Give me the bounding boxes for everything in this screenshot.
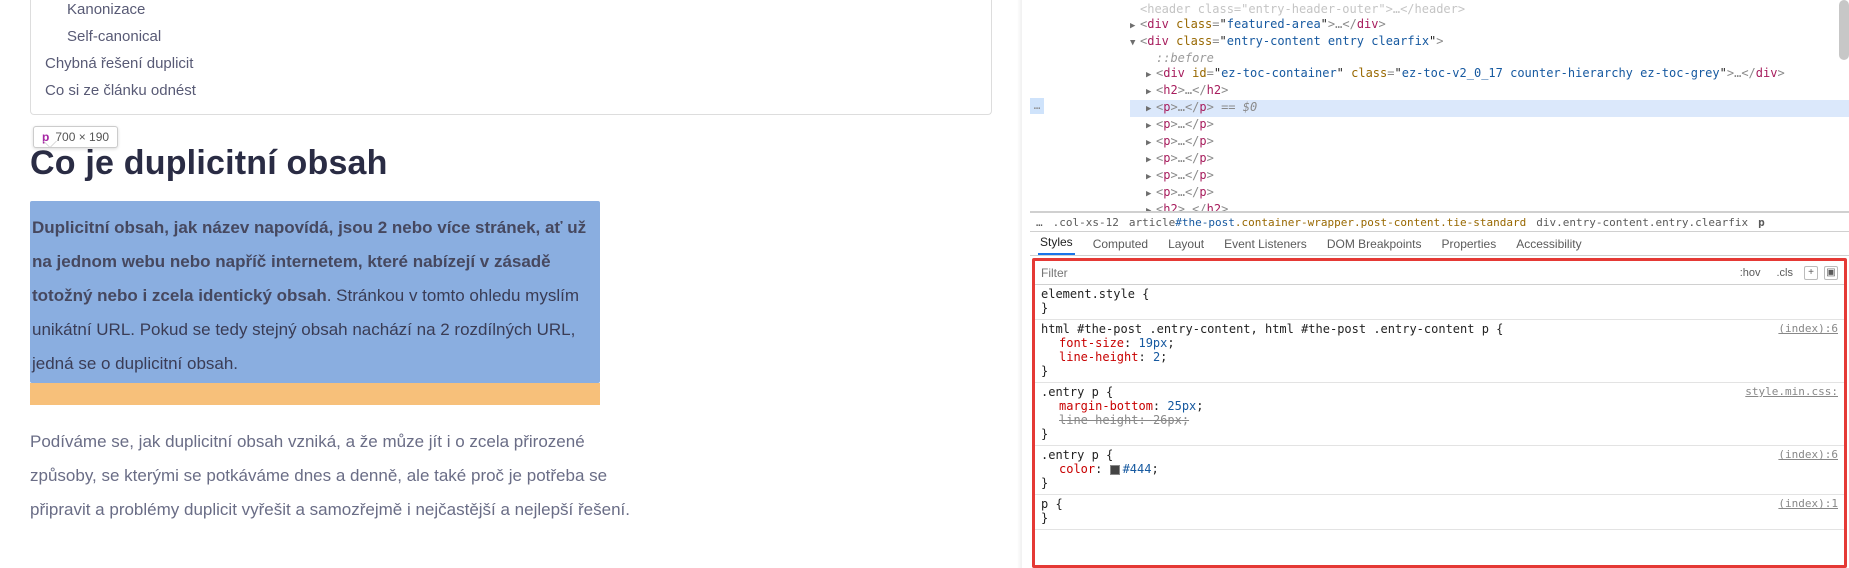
tab-computed[interactable]: Computed	[1091, 233, 1150, 255]
breadcrumb-item[interactable]: article#the-post.container-wrapper.post-…	[1129, 216, 1526, 229]
dom-node[interactable]: <p>…</p> == $0	[1130, 100, 1849, 117]
toc-box: Kanonizace Self-canonical Chybná řešení du…	[30, 0, 992, 115]
elements-breadcrumb[interactable]: … .col-xs-12 article#the-post.container-wr…	[1030, 212, 1849, 232]
tab-accessibility[interactable]: Accessibility	[1514, 233, 1583, 255]
dom-node[interactable]: <p>…</p>	[1130, 134, 1849, 151]
devtools-panel: … <header class="entry-header-outer">…</…	[1030, 0, 1849, 568]
css-rule[interactable]: element.style {}	[1035, 285, 1844, 320]
styles-panel: :hov .cls + ▣ element.style {}(index):6h…	[1032, 258, 1847, 568]
styles-filter-input[interactable]	[1035, 266, 1729, 280]
dom-node[interactable]: <h2>…</h2>	[1130, 202, 1849, 212]
tab-layout[interactable]: Layout	[1166, 233, 1206, 255]
dom-scrollbar[interactable]	[1839, 0, 1849, 60]
gutter	[1022, 0, 1030, 568]
tab-dom-breakpoints[interactable]: DOM Breakpoints	[1325, 233, 1424, 255]
css-rule[interactable]: style.min.css:.entry p {margin-bottom: 2…	[1035, 383, 1844, 446]
dom-node[interactable]: <div class="featured-area">…</div>	[1130, 17, 1849, 34]
toc-item[interactable]: Chybná řešení duplicit	[45, 50, 991, 77]
hov-toggle[interactable]: :hov	[1735, 265, 1766, 281]
styles-filter-row: :hov .cls + ▣	[1035, 261, 1844, 285]
new-rule-button[interactable]: +	[1804, 266, 1818, 280]
dom-node[interactable]: <h2>…</h2>	[1130, 83, 1849, 100]
dom-node[interactable]: ::before	[1130, 51, 1849, 66]
dom-node[interactable]: <p>…</p>	[1130, 185, 1849, 202]
dom-node[interactable]: <p>…</p>	[1130, 117, 1849, 134]
rule-source-link[interactable]: (index):1	[1778, 497, 1838, 510]
toc-item[interactable]: Self-canonical	[45, 23, 991, 50]
toc-link[interactable]: Kanonizace	[67, 1, 145, 18]
toc-item[interactable]: Kanonizace	[45, 0, 991, 23]
toggle-sidebar-icon[interactable]: ▣	[1824, 266, 1838, 280]
breadcrumb-item[interactable]: .col-xs-12	[1053, 216, 1119, 229]
tooltip-dims: 700 × 190	[55, 130, 109, 144]
toc-link[interactable]: Chybná řešení duplicit	[45, 55, 193, 72]
elements-dom-tree[interactable]: … <header class="entry-header-outer">…</…	[1030, 0, 1849, 212]
cls-toggle[interactable]: .cls	[1772, 265, 1799, 281]
css-rule[interactable]: (index):1p {}	[1035, 495, 1844, 530]
dom-node[interactable]: <div class="entry-content entry clearfix…	[1130, 34, 1849, 51]
margin-overlay	[30, 383, 600, 405]
rule-source-link[interactable]: style.min.css:	[1745, 385, 1838, 398]
dom-node[interactable]: <div id="ez-toc-container" class="ez-toc…	[1130, 66, 1849, 83]
rule-source-link[interactable]: (index):6	[1778, 448, 1838, 461]
tab-event-listeners[interactable]: Event Listeners	[1222, 233, 1309, 255]
breadcrumb-item[interactable]: p	[1758, 216, 1765, 229]
paragraph-2: Podíváme se, jak duplicitní obsah vzniká…	[30, 425, 630, 527]
inspect-tooltip: p700 × 190	[33, 126, 118, 148]
toc-link[interactable]: Self-canonical	[67, 28, 161, 45]
styles-tabs: Styles Computed Layout Event Listeners DOM B…	[1030, 232, 1849, 256]
toc-item[interactable]: Co si ze článku odnést	[45, 77, 991, 104]
rendered-page: Kanonizace Self-canonical Chybná řešení du…	[0, 0, 1022, 568]
article-heading: Co je duplicitní obsah	[30, 144, 992, 183]
tooltip-tag: p	[42, 130, 55, 144]
css-rule[interactable]: (index):6.entry p {color: #444;}	[1035, 446, 1844, 495]
dom-node[interactable]: <p>…</p>	[1130, 168, 1849, 185]
gutter-selected-marker: …	[1030, 98, 1044, 114]
css-rule[interactable]: (index):6html #the-post .entry-content, …	[1035, 320, 1844, 383]
breadcrumb-item[interactable]: div.entry-content.entry.clearfix	[1536, 216, 1748, 229]
tab-properties[interactable]: Properties	[1440, 233, 1499, 255]
toc-link[interactable]: Co si ze článku odnést	[45, 82, 196, 99]
dom-node[interactable]: <p>…</p>	[1130, 151, 1849, 168]
dom-node[interactable]: <header class="entry-header-outer">…</he…	[1130, 2, 1849, 17]
crumb-ellipsis[interactable]: …	[1036, 216, 1043, 229]
tab-styles[interactable]: Styles	[1038, 231, 1075, 255]
paragraph-1: Duplicitní obsah, jak název napovídá, js…	[32, 211, 598, 381]
rule-source-link[interactable]: (index):6	[1778, 322, 1838, 335]
inspected-highlight: Duplicitní obsah, jak název napovídá, js…	[30, 201, 600, 383]
css-rules-list[interactable]: element.style {}(index):6html #the-post …	[1035, 285, 1844, 565]
